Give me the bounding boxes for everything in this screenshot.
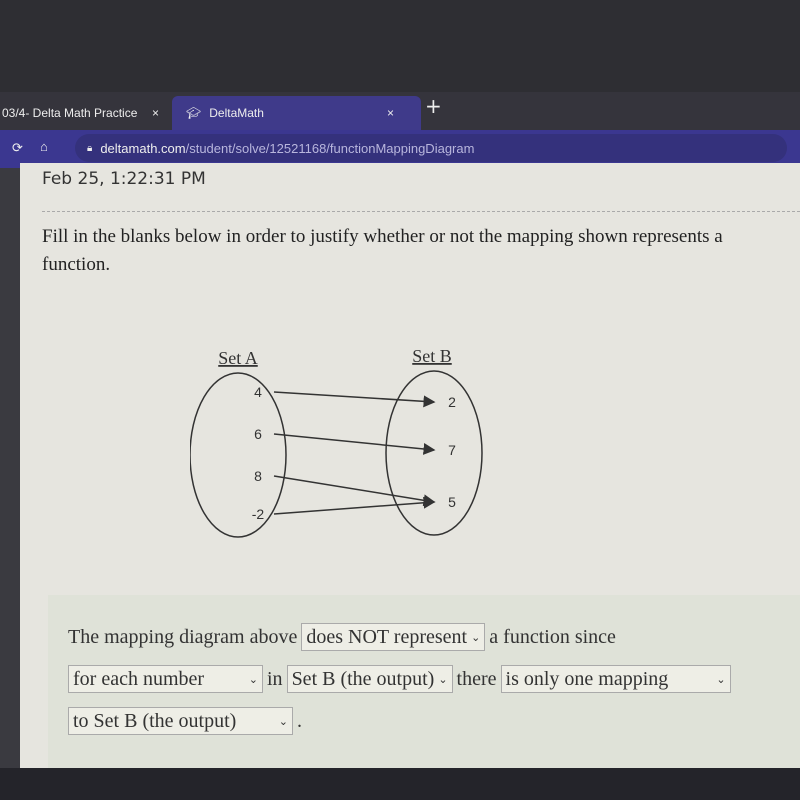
problem-prompt: Fill in the blanks below in order to jus… bbox=[42, 226, 723, 275]
answer-text: in bbox=[267, 667, 283, 690]
answer-text: The mapping diagram above bbox=[68, 625, 298, 648]
url-domain: deltamath.com bbox=[100, 140, 186, 156]
set-b-label: Set B bbox=[412, 346, 452, 366]
select-value: Set B (the output) bbox=[291, 667, 435, 690]
divider bbox=[42, 211, 800, 212]
select-value: to Set B (the output) bbox=[73, 709, 237, 732]
mapping-arrow bbox=[273, 433, 436, 455]
close-tab-icon[interactable]: × bbox=[152, 106, 159, 120]
taskbar bbox=[0, 768, 800, 800]
tab-delta-math-practice[interactable]: 03/4- Delta Math Practice × bbox=[0, 96, 177, 130]
mapping-arrow bbox=[273, 391, 436, 408]
chevron-down-icon: ⌄ bbox=[248, 672, 258, 686]
set-b-element: 5 bbox=[448, 494, 456, 510]
problem-page: Feb 25, 1:22:31 PM Fill in the blanks be… bbox=[20, 163, 800, 768]
tab-label: DeltaMath bbox=[209, 106, 264, 120]
home-icon[interactable]: ⌂ bbox=[40, 139, 48, 154]
mapping-arrow bbox=[273, 496, 436, 515]
set-a-element: 4 bbox=[254, 384, 262, 400]
select-value: does NOT represent bbox=[306, 625, 468, 648]
set-a-element: 6 bbox=[254, 426, 262, 442]
mapping-arrow bbox=[273, 475, 436, 507]
select-value: for each number bbox=[73, 667, 205, 690]
tab-label: 03/4- Delta Math Practice bbox=[2, 106, 138, 120]
close-tab-icon[interactable]: × bbox=[387, 106, 394, 120]
mapping-count-select[interactable]: is only one mapping ⌄ bbox=[500, 665, 731, 693]
new-tab-button[interactable]: + bbox=[425, 94, 442, 118]
answer-text: a function since bbox=[489, 625, 616, 648]
set-a-oval bbox=[190, 372, 287, 538]
answer-panel: The mapping diagram above does NOT repre… bbox=[48, 595, 800, 768]
tab-bar: 03/4- Delta Math Practice × 🎓︎ DeltaMath × … bbox=[0, 92, 800, 130]
set-select[interactable]: Set B (the output) ⌄ bbox=[286, 665, 453, 693]
answer-text: . bbox=[297, 709, 302, 732]
representation-select[interactable]: does NOT represent ⌄ bbox=[301, 623, 486, 651]
set-b-oval bbox=[385, 370, 483, 536]
timestamp: Feb 25, 1:22:31 PM bbox=[42, 169, 206, 189]
chevron-down-icon: ⌄ bbox=[278, 714, 288, 728]
select-value: is only one mapping bbox=[505, 667, 669, 690]
set-b-element: 7 bbox=[448, 442, 456, 458]
target-set-select[interactable]: to Set B (the output) ⌄ bbox=[68, 707, 293, 735]
quantifier-select[interactable]: for each number ⌄ bbox=[68, 665, 263, 693]
chevron-down-icon: ⌄ bbox=[438, 672, 448, 686]
mapping-diagram: Set A Set B 4 6 8 -2 2 7 5 bbox=[190, 346, 483, 538]
lock-icon: 🔒︎ bbox=[87, 142, 93, 154]
set-b-element: 2 bbox=[448, 394, 456, 410]
reload-icon[interactable]: ⟳ bbox=[12, 140, 23, 156]
set-a-label: Set A bbox=[218, 348, 258, 368]
bezel bbox=[0, 0, 800, 92]
set-a-element: 8 bbox=[254, 468, 262, 484]
chevron-down-icon: ⌄ bbox=[471, 630, 481, 644]
answer-text: there bbox=[456, 667, 497, 690]
set-a-element: -2 bbox=[252, 506, 265, 522]
graduation-cap-icon: 🎓︎ bbox=[186, 106, 202, 120]
url-path: /student/solve/12521168/functionMappingD… bbox=[185, 140, 475, 156]
chevron-down-icon: ⌄ bbox=[716, 672, 726, 686]
url-field[interactable]: 🔒︎ deltamath.com/student/solve/12521168/f… bbox=[75, 134, 787, 162]
tab-deltamath[interactable]: 🎓︎ DeltaMath × bbox=[172, 96, 421, 130]
